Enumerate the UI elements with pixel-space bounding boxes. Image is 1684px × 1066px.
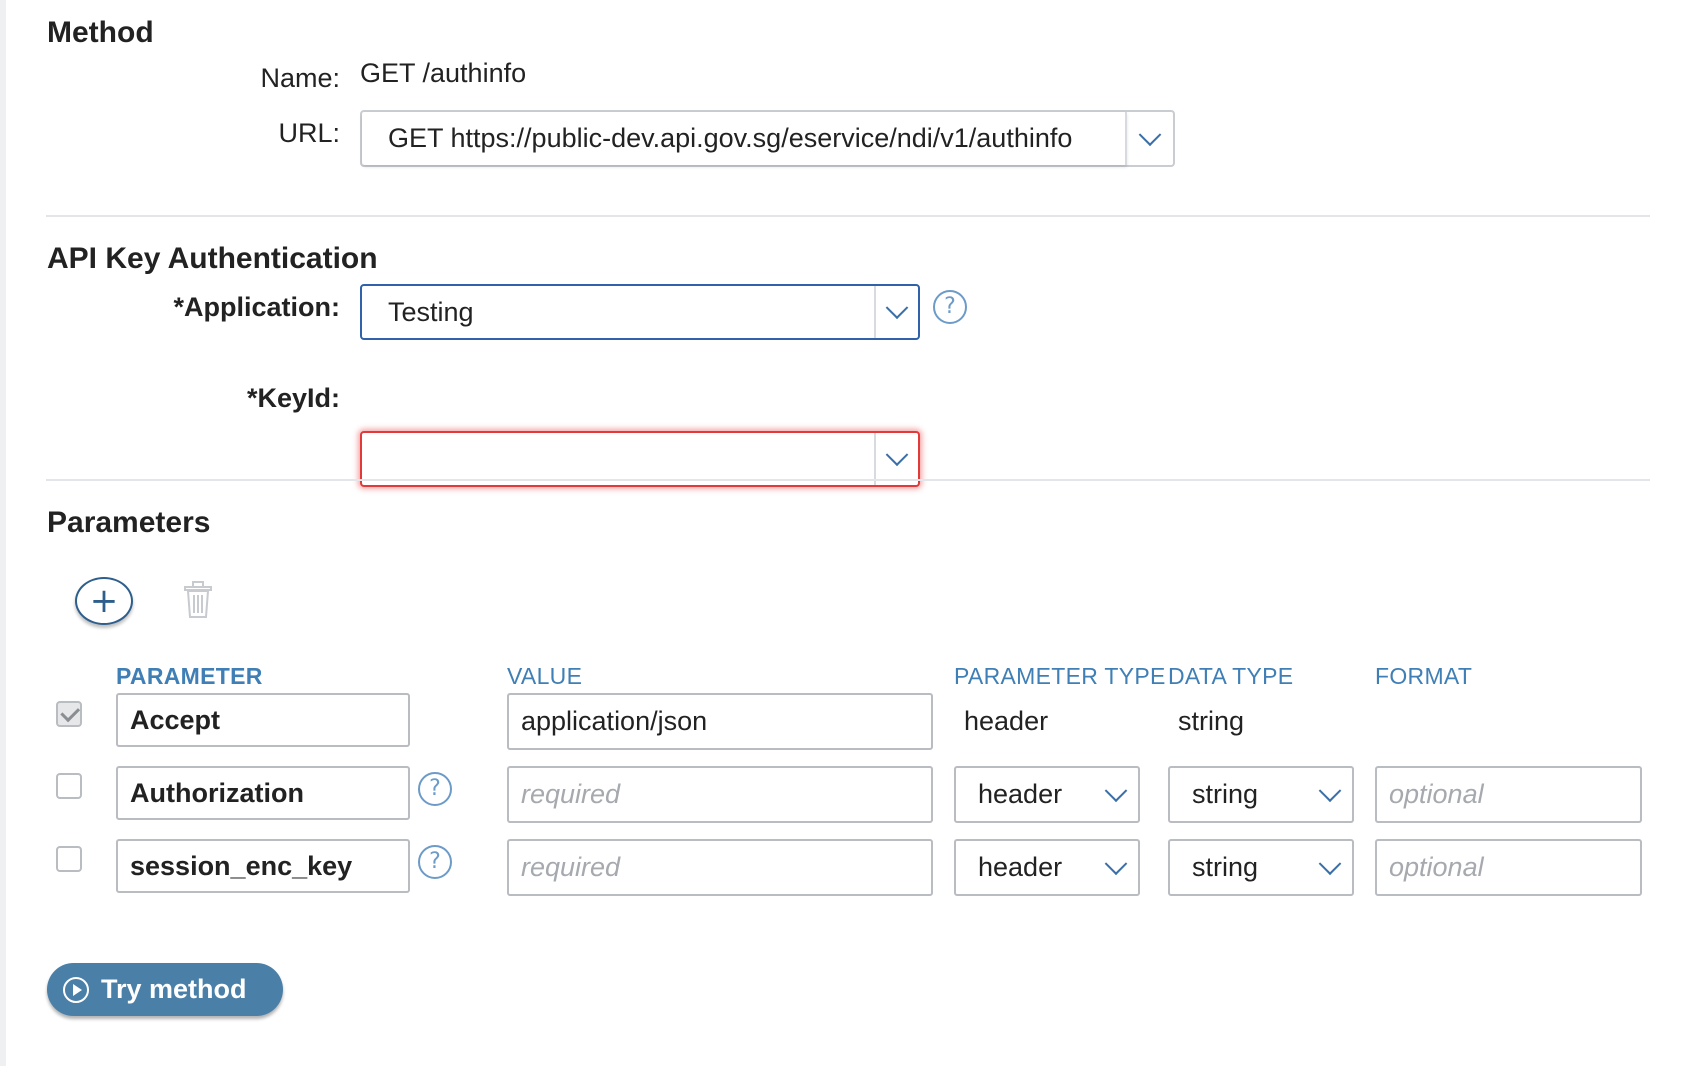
parameter-value-field[interactable]: required [507,766,933,823]
parameter-value-field[interactable]: required [507,839,933,896]
keyid-label: *KeyId: [246,383,340,413]
format-field[interactable]: optional [1375,766,1642,823]
parameters-section-title: Parameters [47,506,211,539]
divider [46,479,1650,481]
help-icon[interactable]: ? [418,772,452,806]
auth-section-title: API Key Authentication [47,242,378,275]
chevron-down-icon [885,443,909,467]
parameter-value-field[interactable]: application/json [507,693,933,750]
data-type-value: string [1192,779,1259,809]
data-type-text: string [1178,706,1245,736]
parameter-type-toggle[interactable] [1094,851,1138,876]
name-label: Name: [260,63,340,93]
parameter-type-select[interactable]: header [954,766,1140,823]
data-type-toggle[interactable] [1308,778,1352,803]
parameter-type-text: header [964,706,1049,736]
delete-parameter-button[interactable] [183,581,213,624]
data-type-select[interactable]: string [1168,839,1354,896]
chevron-down-icon [1318,778,1342,802]
parameter-type-select[interactable]: header [954,839,1140,896]
format-field[interactable]: optional [1375,839,1642,896]
chevron-down-icon [1104,778,1128,802]
parameter-type-value: header [978,779,1063,809]
url-select[interactable]: GET https://public-dev.api.gov.sg/eservi… [360,110,1175,167]
row-checkbox[interactable] [56,701,82,727]
col-header-parameter[interactable]: PARAMETER [116,663,263,690]
col-header-format[interactable]: FORMAT [1375,663,1472,690]
chevron-down-icon [1104,851,1128,875]
row-checkbox[interactable] [56,773,82,799]
plus-circle-icon: + [89,581,119,621]
row-checkbox[interactable] [56,846,82,872]
method-name-value: GET /authinfo [360,58,527,88]
parameter-type-value: header [978,852,1063,882]
parameter-type-toggle[interactable] [1094,778,1138,803]
help-icon[interactable]: ? [933,290,967,324]
keyid-dropdown-toggle[interactable] [874,433,918,485]
url-label: URL: [278,118,340,148]
chevron-down-icon [885,296,909,320]
application-dropdown-toggle[interactable] [874,286,918,338]
application-label: *Application: [173,292,341,322]
application-select[interactable]: Testing [360,284,920,340]
add-parameter-button[interactable]: + [75,577,133,625]
try-method-label: Try method [101,974,247,1004]
parameter-name-field[interactable]: Accept [116,693,410,747]
col-header-parameter-type[interactable]: PARAMETER TYPE [954,663,1166,690]
data-type-value: string [1192,852,1259,882]
data-type-toggle[interactable] [1308,851,1352,876]
trash-icon [184,581,212,618]
chevron-down-icon [1318,851,1342,875]
data-type-select[interactable]: string [1168,766,1354,823]
parameter-name-field[interactable]: session_enc_key [116,839,410,893]
application-value: Testing [388,296,474,327]
method-section-title: Method [47,16,154,49]
help-icon[interactable]: ? [418,845,452,879]
col-header-data-type[interactable]: DATA TYPE [1168,663,1293,690]
chevron-down-icon [1138,122,1162,146]
left-gutter [0,0,6,1066]
try-method-button[interactable]: Try method [47,963,283,1016]
play-circle-icon [63,976,89,1003]
col-header-value[interactable]: VALUE [507,663,582,690]
parameter-name-field[interactable]: Authorization [116,766,410,820]
divider [46,215,1650,217]
url-dropdown-toggle[interactable] [1127,112,1173,165]
url-value: GET https://public-dev.api.gov.sg/eservi… [362,112,1127,165]
